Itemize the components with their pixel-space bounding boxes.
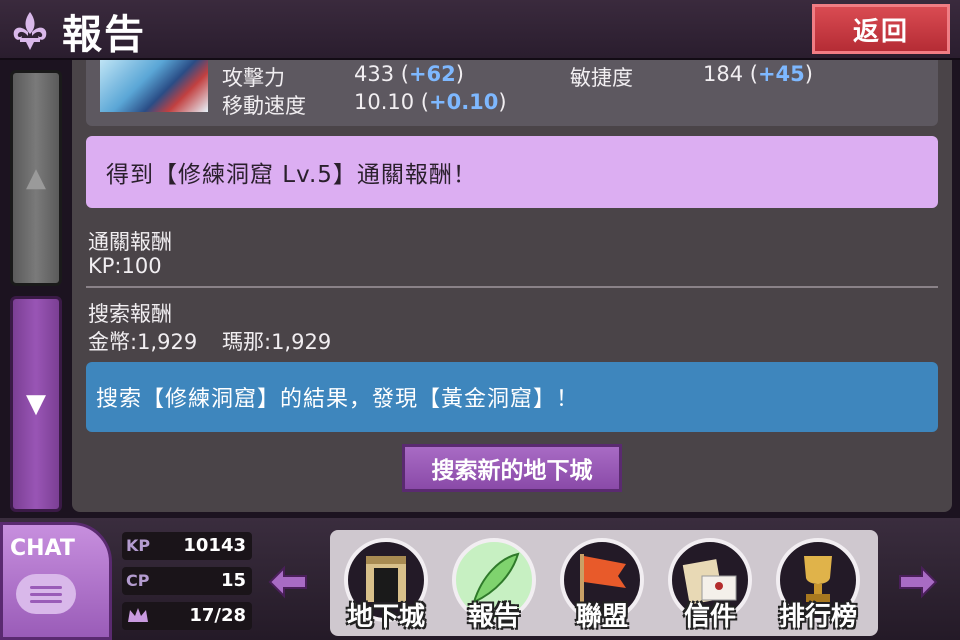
- triangle-up-icon: ▲: [26, 163, 46, 193]
- speed-value: 10.10 (+0.10): [354, 90, 507, 114]
- speed-label: 移動速度: [222, 94, 306, 118]
- clear-reward-value: KP:100: [88, 254, 162, 278]
- nav-report[interactable]: 報告: [444, 536, 544, 636]
- character-portrait: [100, 60, 208, 112]
- speech-bubble-icon: [16, 574, 76, 614]
- back-button[interactable]: 返回: [812, 4, 950, 54]
- page-title: 報告: [62, 12, 146, 58]
- discovery-banner: 搜索【修練洞窟】的結果，發現【黃金洞窟】！: [86, 362, 938, 432]
- search-reward-title: 搜索報酬: [88, 302, 172, 326]
- attack-label: 攻擊力: [222, 66, 285, 90]
- scroll-up-button[interactable]: ▲: [10, 70, 62, 286]
- nav-ranking[interactable]: 排行榜: [768, 536, 868, 636]
- attack-value: 433 (+62): [354, 62, 464, 86]
- cp-value: 15: [220, 570, 246, 591]
- fleur-de-lis-icon: [13, 12, 47, 50]
- chat-label: CHAT: [10, 536, 75, 561]
- nav-left-arrow-icon[interactable]: [266, 560, 310, 604]
- kp-label: KP: [126, 536, 151, 555]
- cp-counter: CP 15: [122, 567, 252, 595]
- search-reward-mana: 瑪那:1,929: [222, 330, 332, 354]
- search-reward-gold: 金幣:1,929: [88, 330, 198, 354]
- crown-value: 17/28: [189, 605, 246, 626]
- crown-counter: 17/28: [122, 602, 252, 630]
- nav-right-arrow-icon[interactable]: [896, 560, 940, 604]
- cp-label: CP: [126, 571, 150, 590]
- scroll-down-button[interactable]: ▼: [10, 296, 62, 512]
- crown-icon: [128, 608, 148, 622]
- nav-mail[interactable]: 信件: [660, 536, 760, 636]
- nav-dungeon[interactable]: 地下城: [336, 536, 436, 636]
- section-divider: [86, 286, 938, 288]
- clear-reward-banner: 得到【修練洞窟 Lv.5】通關報酬！: [86, 136, 938, 208]
- triangle-down-icon: ▼: [26, 389, 46, 419]
- nav-alliance[interactable]: 聯盟: [552, 536, 652, 636]
- kp-counter: KP 10143: [122, 532, 252, 560]
- clear-reward-title: 通關報酬: [88, 230, 172, 254]
- kp-value: 10143: [183, 535, 246, 556]
- agility-value: 184 (+45): [703, 62, 813, 86]
- search-new-dungeon-button[interactable]: 搜索新的地下城: [402, 444, 622, 492]
- agility-label: 敏捷度: [570, 66, 633, 90]
